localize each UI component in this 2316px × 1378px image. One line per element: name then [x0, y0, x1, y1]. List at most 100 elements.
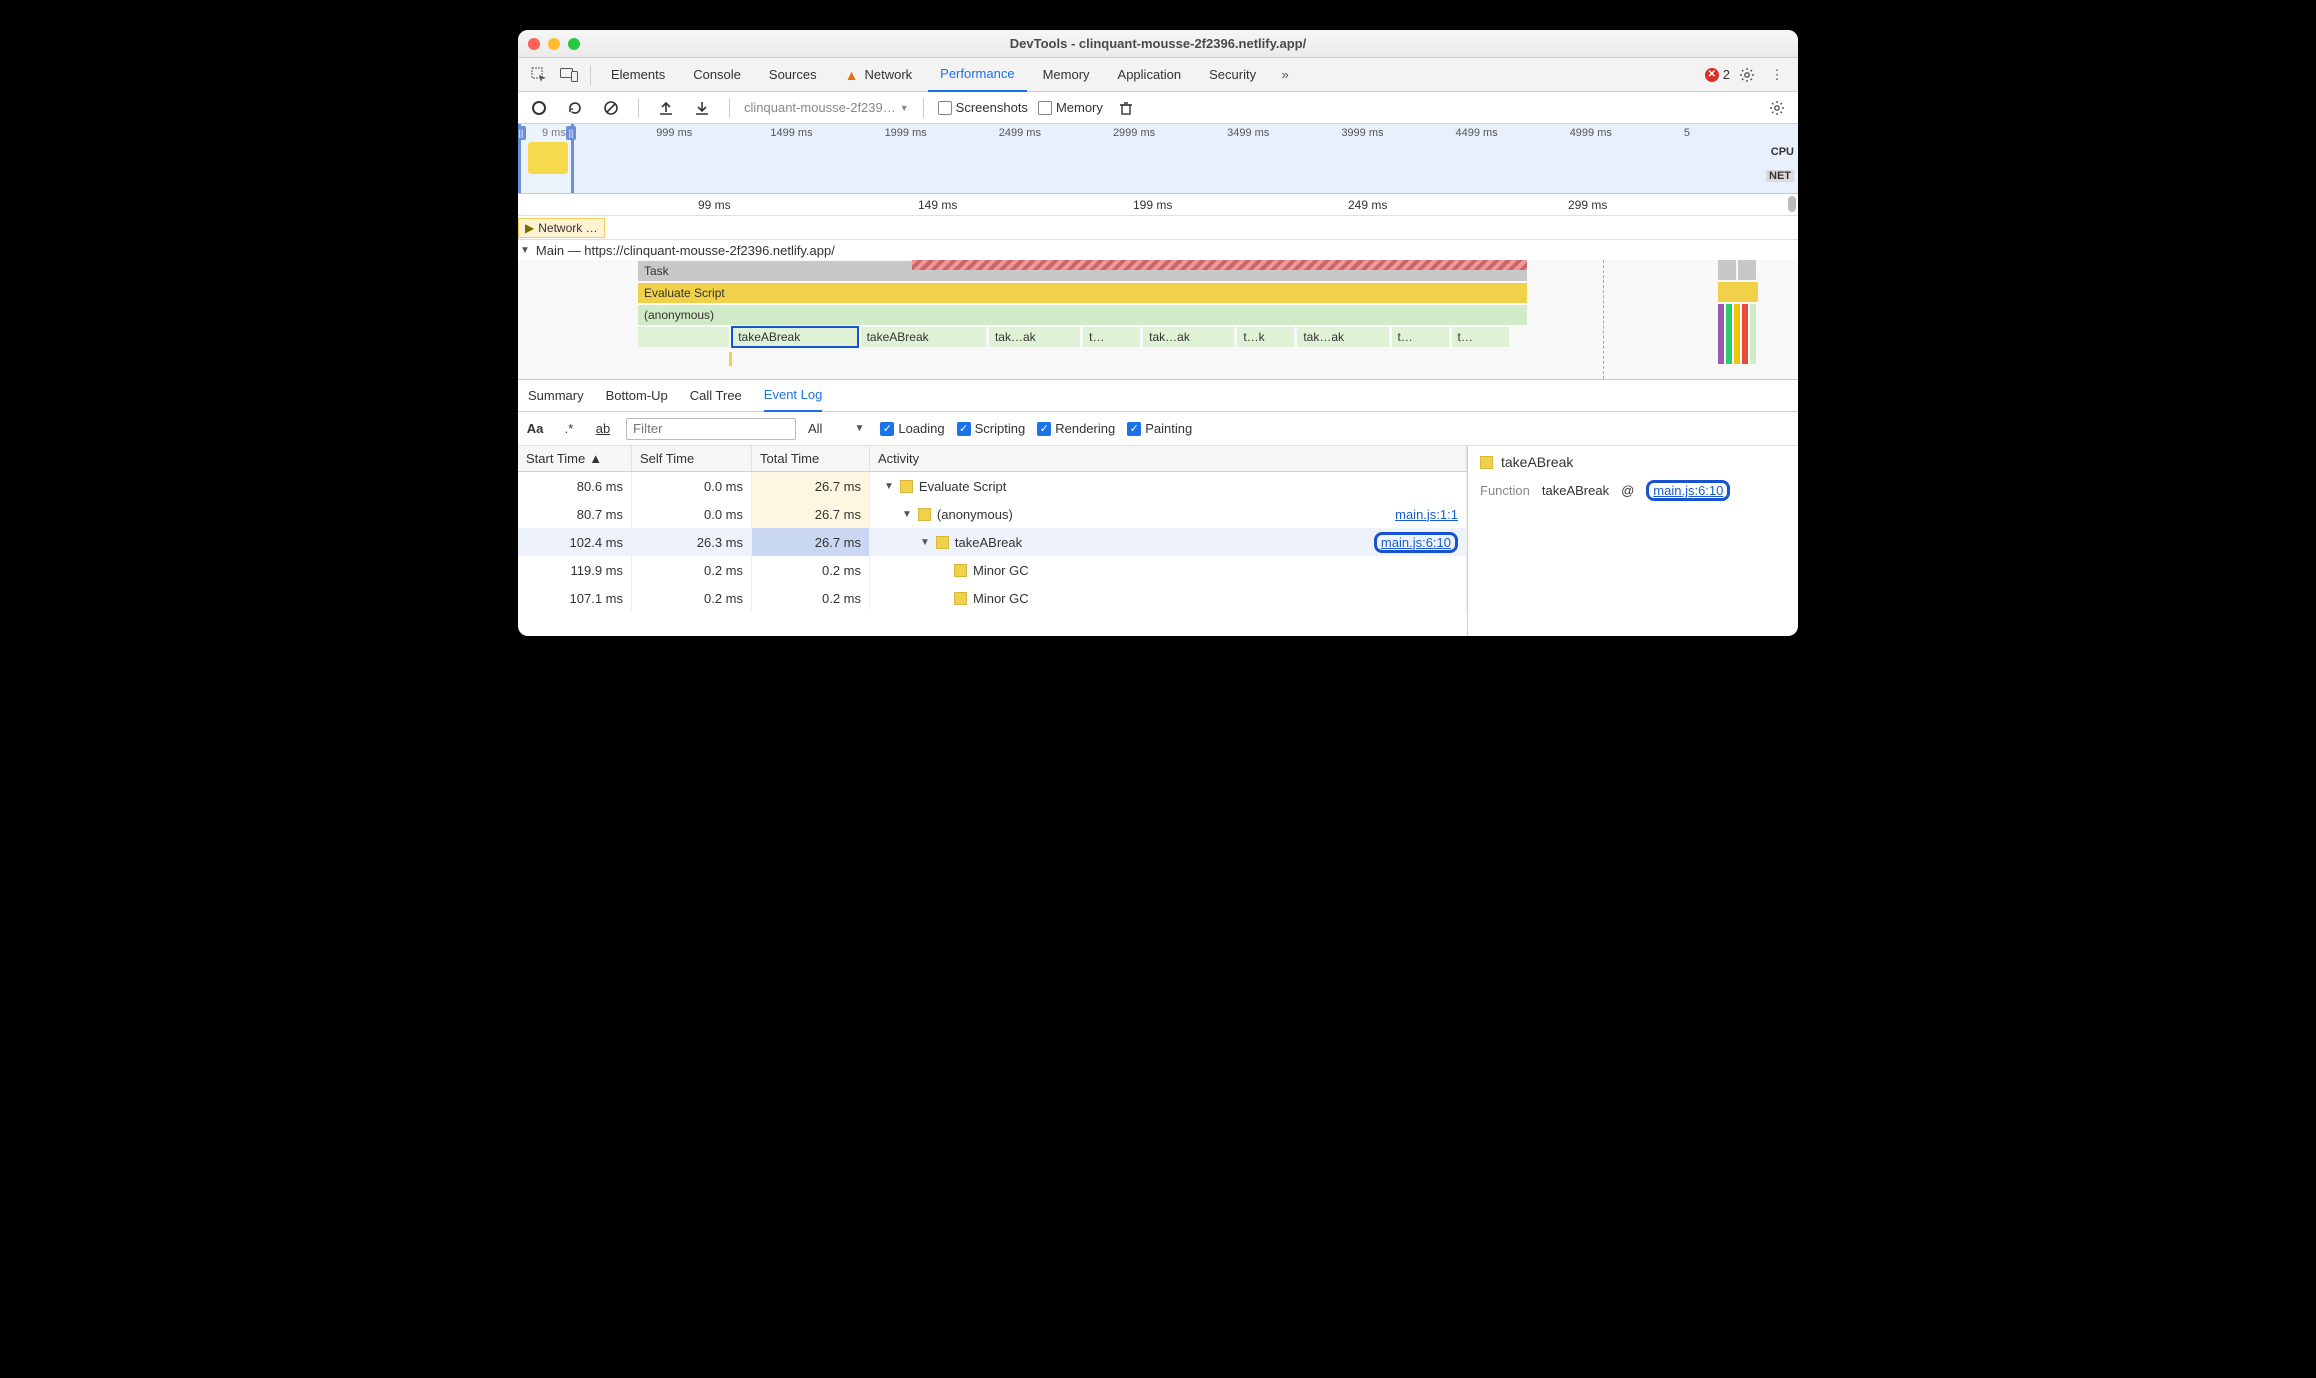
color-swatch-icon [954, 564, 967, 577]
collect-garbage-icon[interactable] [1113, 95, 1139, 121]
source-link[interactable]: main.js:6:10 [1653, 483, 1723, 498]
error-icon: ✕ [1705, 68, 1719, 82]
chevron-down-icon[interactable]: ▼ [920, 537, 930, 548]
recording-selector[interactable]: clinquant-mousse-2f239…▼ [744, 100, 909, 115]
table-row[interactable]: 80.6 ms0.0 ms26.7 ms▼Evaluate Script [518, 472, 1467, 500]
divider [729, 98, 730, 118]
flame-bar-takeabreak[interactable]: tak…ak [1143, 327, 1234, 347]
flame-bar-takeabreak[interactable]: t… [1392, 327, 1449, 347]
network-track-toggle[interactable]: ▶ Network … [518, 218, 605, 238]
ruler-tick: 99 ms [698, 198, 731, 212]
capture-settings-gear-icon[interactable] [1764, 95, 1790, 121]
duration-filter[interactable]: All▼ [808, 421, 868, 436]
detail-tab-event-log[interactable]: Event Log [764, 380, 823, 412]
color-swatch-icon [900, 480, 913, 493]
flame-bar-takeabreak[interactable]: takeABreak [861, 327, 986, 347]
warning-icon: ▲ [845, 67, 859, 83]
tab-elements[interactable]: Elements [599, 58, 677, 92]
match-case-button[interactable]: Aa [524, 421, 546, 436]
color-swatch-icon [918, 508, 931, 521]
clear-icon[interactable] [598, 95, 624, 121]
detail-tab-bottom-up[interactable]: Bottom-Up [606, 380, 668, 412]
details-title: takeABreak [1480, 454, 1786, 470]
source-link[interactable]: main.js:6:10 [1381, 535, 1451, 550]
col-activity[interactable]: Activity [870, 446, 1467, 471]
record-button[interactable] [526, 95, 552, 121]
activity-label: Evaluate Script [919, 479, 1006, 494]
flame-bar-takeabreak[interactable]: tak…ak [989, 327, 1080, 347]
upload-profile-icon[interactable] [653, 95, 679, 121]
flame-bar-stub[interactable] [638, 327, 729, 347]
close-icon[interactable] [528, 38, 540, 50]
flame-bar-evaluate-script[interactable]: Evaluate Script [638, 283, 1527, 303]
flame-bar-anonymous[interactable]: (anonymous) [638, 305, 1527, 325]
match-whole-word-button[interactable]: ab [592, 421, 614, 436]
col-self-time[interactable]: Self Time [632, 446, 752, 471]
tab-sources[interactable]: Sources [757, 58, 829, 92]
divider [923, 98, 924, 118]
table-row[interactable]: 102.4 ms26.3 ms26.7 ms▼takeABreakmain.js… [518, 528, 1467, 556]
tab-application[interactable]: Application [1106, 58, 1194, 92]
error-count-badge[interactable]: ✕ 2 [1705, 67, 1730, 82]
flame-bar-takeabreak[interactable]: t… [1452, 327, 1509, 347]
tab-security[interactable]: Security [1197, 58, 1268, 92]
filter-input[interactable] [626, 418, 796, 440]
flame-bar-takeabreak[interactable]: t…k [1237, 327, 1294, 347]
ruler-tick: 149 ms [918, 198, 957, 212]
activity-label: Minor GC [973, 591, 1029, 606]
tab-performance[interactable]: Performance [928, 58, 1026, 92]
filter-scripting-checkbox[interactable]: ✓Scripting [957, 421, 1026, 436]
network-track[interactable]: ▶ Network … [518, 216, 1798, 240]
regex-button[interactable]: .* [558, 421, 580, 436]
chevron-down-icon[interactable]: ▼ [884, 481, 894, 492]
main-track-label: Main — https://clinquant-mousse-2f2396.n… [536, 243, 835, 258]
cell-activity: Minor GC [870, 584, 1467, 612]
tab-console[interactable]: Console [681, 58, 753, 92]
flame-bar-small[interactable] [729, 352, 732, 366]
cell-start-time: 119.9 ms [518, 556, 632, 584]
zoom-icon[interactable] [568, 38, 580, 50]
cell-start-time: 107.1 ms [518, 584, 632, 612]
flame-bar-takeabreak-selected[interactable]: takeABreak [732, 327, 857, 347]
more-tabs-icon[interactable]: » [1272, 62, 1298, 88]
table-row[interactable]: 80.7 ms0.0 ms26.7 ms▼(anonymous)main.js:… [518, 500, 1467, 528]
overview-net-label: NET [1766, 170, 1794, 182]
filter-painting-checkbox[interactable]: ✓Painting [1127, 421, 1192, 436]
cell-activity: ▼ Evaluate Script [870, 472, 1467, 500]
table-row[interactable]: 107.1 ms0.2 ms0.2 msMinor GC [518, 584, 1467, 612]
annotation-box: main.js:6:10 [1646, 480, 1730, 501]
detail-tab-summary[interactable]: Summary [528, 380, 584, 412]
settings-gear-icon[interactable] [1734, 62, 1760, 88]
detail-tab-call-tree[interactable]: Call Tree [690, 380, 742, 412]
overview-handle-left[interactable]: || [518, 126, 526, 140]
source-link[interactable]: main.js:1:1 [1395, 507, 1458, 522]
main-track-header[interactable]: ▼ Main — https://clinquant-mousse-2f2396… [518, 240, 1798, 260]
inspect-element-icon[interactable] [526, 62, 552, 88]
scrollbar-thumb[interactable] [1788, 196, 1796, 212]
flame-bar-takeabreak[interactable]: tak…ak [1297, 327, 1388, 347]
detail-ruler[interactable]: 99 ms 149 ms 199 ms 249 ms 299 ms [518, 194, 1798, 216]
cell-activity: ▼takeABreakmain.js:6:10 [870, 528, 1467, 556]
download-profile-icon[interactable] [689, 95, 715, 121]
tab-memory[interactable]: Memory [1031, 58, 1102, 92]
screenshots-checkbox[interactable]: Screenshots [938, 100, 1028, 115]
flame-chart[interactable]: Task Evaluate Script (anonymous) takeABr… [518, 260, 1798, 380]
checkbox-checked-icon: ✓ [1037, 422, 1051, 436]
chevron-down-icon[interactable]: ▼ [902, 509, 912, 520]
memory-checkbox[interactable]: Memory [1038, 100, 1103, 115]
tab-network[interactable]: ▲Network [833, 58, 925, 92]
reload-record-icon[interactable] [562, 95, 588, 121]
filter-loading-checkbox[interactable]: ✓Loading [880, 421, 944, 436]
device-toggle-icon[interactable] [556, 62, 582, 88]
table-header: Start Time▲ Self Time Total Time Activit… [518, 446, 1467, 472]
filter-rendering-checkbox[interactable]: ✓Rendering [1037, 421, 1115, 436]
cell-self-time: 26.3 ms [632, 528, 752, 556]
table-row[interactable]: 119.9 ms0.2 ms0.2 msMinor GC [518, 556, 1467, 584]
kebab-menu-icon[interactable]: ⋮ [1764, 62, 1790, 88]
col-start-time[interactable]: Start Time▲ [518, 446, 632, 471]
timeline-overview[interactable]: 9 ms 999 ms 1499 ms 1999 ms 2499 ms 2999… [518, 124, 1798, 194]
minimize-icon[interactable] [548, 38, 560, 50]
col-total-time[interactable]: Total Time [752, 446, 870, 471]
overview-handle-right[interactable]: || [566, 126, 576, 140]
flame-bar-takeabreak[interactable]: t… [1083, 327, 1140, 347]
